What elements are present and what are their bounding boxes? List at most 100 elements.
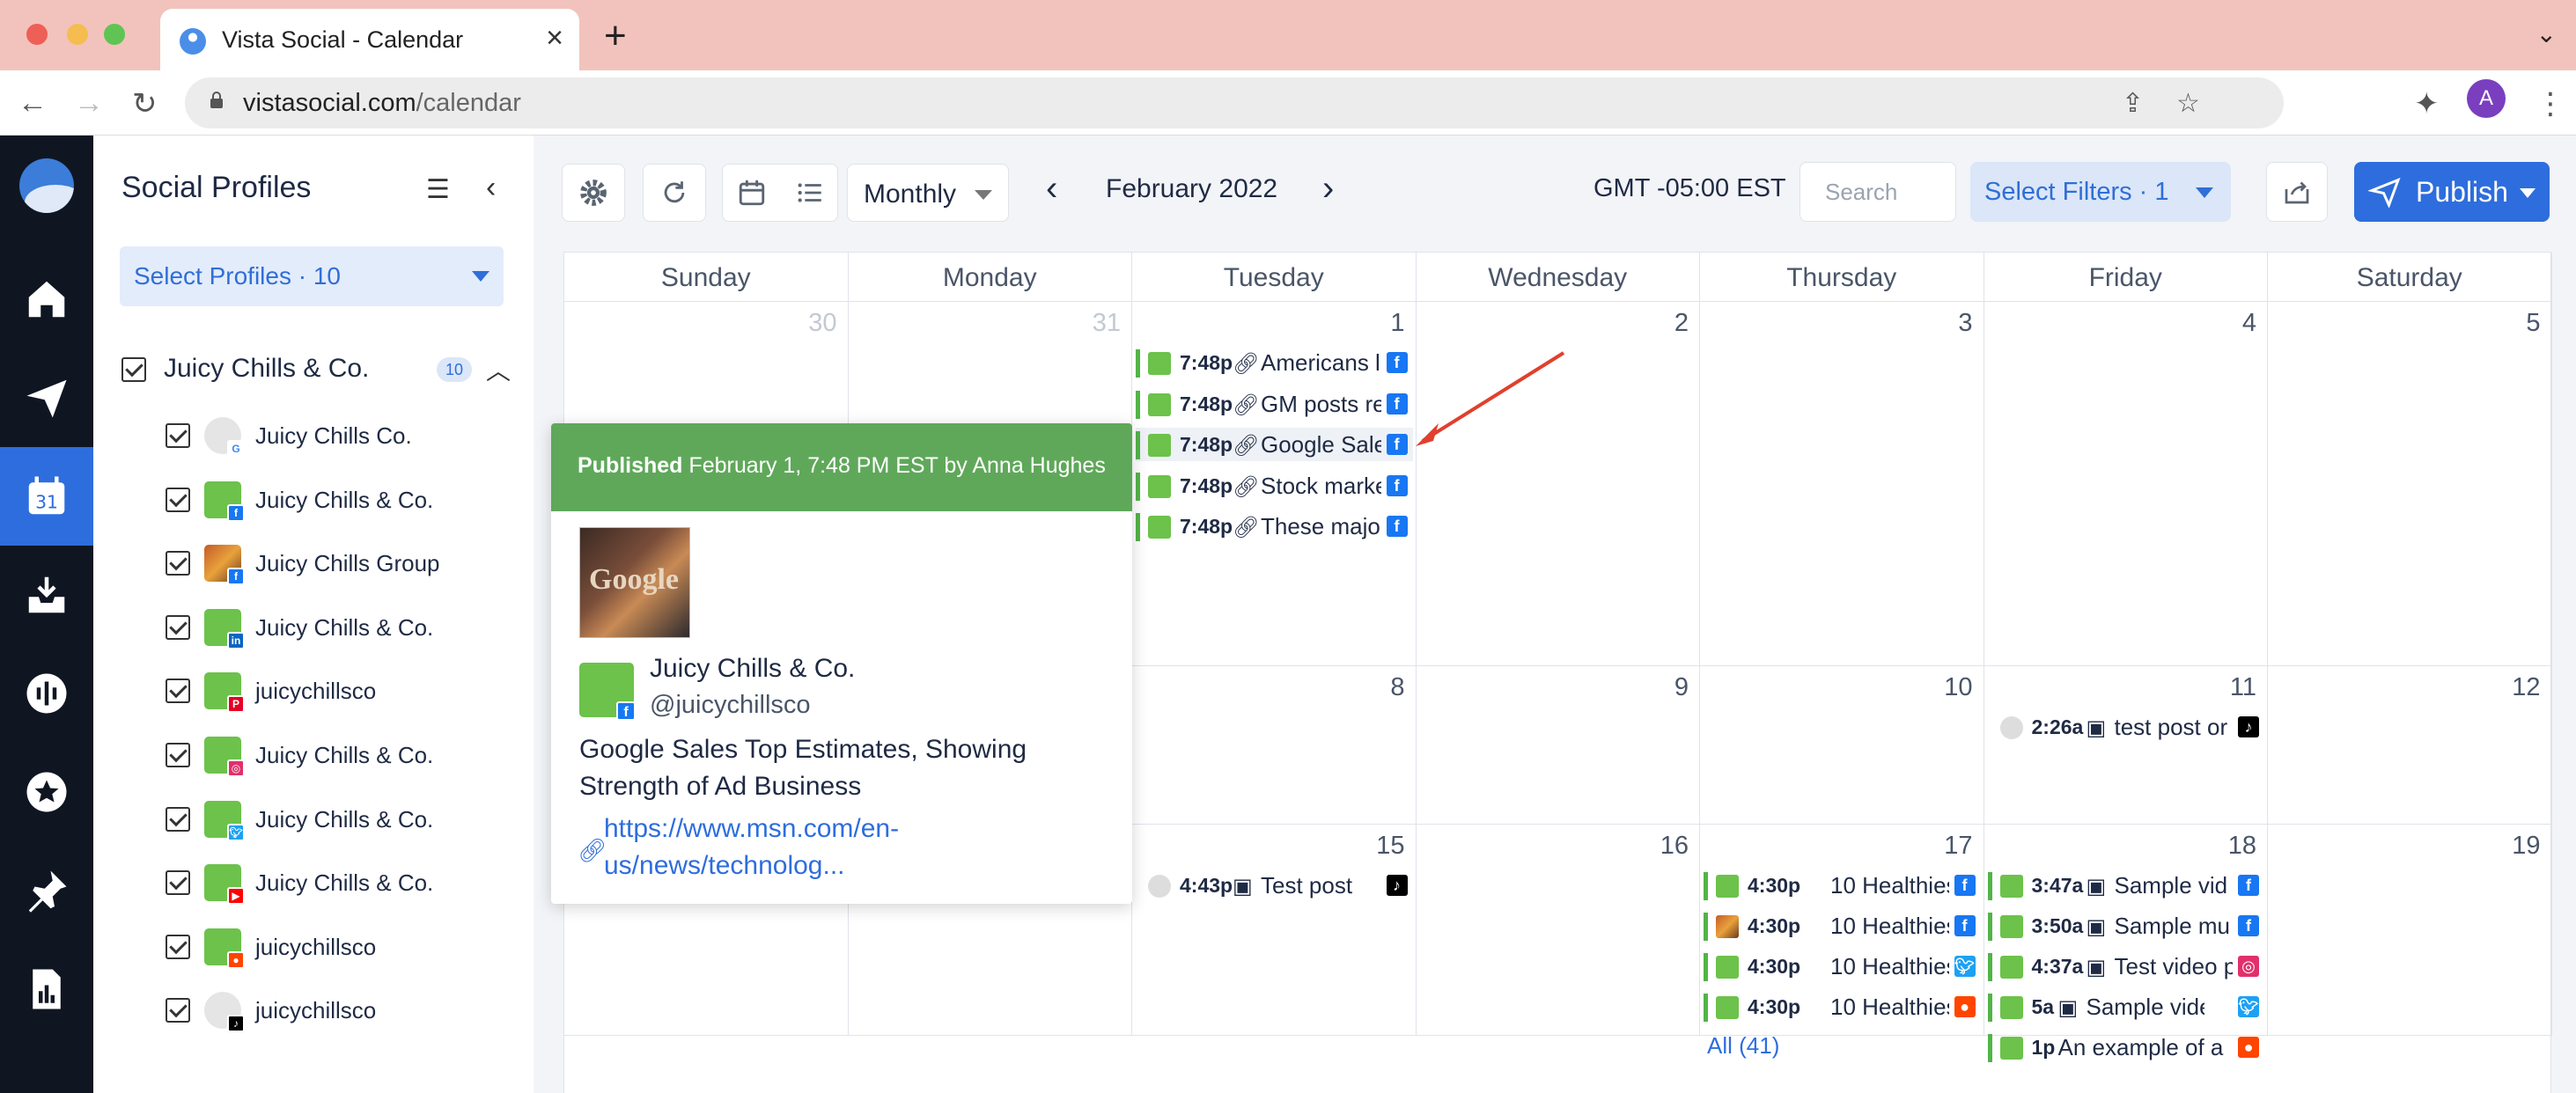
profile-group-name[interactable]: Juicy Chills & Co. — [164, 354, 369, 384]
calendar-post[interactable]: 4:30p 10 Healthiest C● — [1704, 990, 1981, 1023]
calendar-post[interactable]: 4:30p 10 Healthiest C🐦︎ — [1704, 950, 1981, 983]
search-input[interactable] — [1800, 162, 1956, 222]
calendar-post[interactable]: 5a▣ Sample video 🐦︎ — [1987, 990, 2265, 1023]
day-cell[interactable]: 12 — [2268, 666, 2552, 825]
day-cell[interactable]: 8 — [1132, 666, 1417, 825]
day-cell[interactable]: 3 — [1700, 302, 1984, 666]
timezone-label[interactable]: GMT -05:00 EST — [1593, 174, 1786, 203]
maximize-window-button[interactable] — [104, 24, 125, 45]
profile-item[interactable]: ◎ Juicy Chills & Co. — [93, 724, 534, 788]
profile-checkbox[interactable] — [166, 679, 190, 704]
forward-icon[interactable]: → — [74, 86, 104, 121]
home-icon[interactable] — [0, 250, 93, 348]
browser-menu-icon[interactable]: ⋮ — [2536, 86, 2565, 121]
post-link[interactable]: https://www.msn.com/en-us/news/technolog… — [604, 811, 974, 884]
calendar-post[interactable]: 3:50a ▣ Sample mu f — [1987, 909, 2265, 943]
day-cell[interactable]: 16 — [1416, 825, 1700, 1036]
facebook-icon: f — [1386, 516, 1408, 537]
calendar-post[interactable]: 4:43p ▣ Test post ♪ — [1136, 869, 1413, 902]
export-share-button[interactable] — [2266, 162, 2328, 222]
calendar-post[interactable]: 4:30p 10 Healthiest Cf — [1704, 909, 1981, 943]
address-bar[interactable]: vistasocial.com/calendar ⇪ ☆ — [185, 77, 2284, 128]
profile-item[interactable]: G Juicy Chills Co. — [93, 405, 534, 468]
back-icon[interactable]: ← — [18, 86, 48, 121]
close-window-button[interactable] — [26, 24, 48, 45]
profile-item[interactable]: in Juicy Chills & Co. — [93, 597, 534, 660]
group-checkbox[interactable] — [121, 357, 146, 382]
profile-checkbox[interactable] — [166, 614, 190, 640]
day-cell[interactable]: 4 — [1984, 302, 2268, 666]
settings-button[interactable] — [562, 164, 625, 222]
profile-checkbox[interactable] — [166, 423, 190, 448]
post-time: 4:30p — [1748, 995, 1801, 1018]
reviews-star-icon[interactable] — [0, 743, 93, 841]
profile-name: juicychillsco — [255, 678, 377, 705]
calendar-post[interactable]: 3:47a ▣ Sample vid f — [1987, 869, 2265, 902]
listening-icon[interactable] — [0, 644, 93, 743]
day-cell[interactable]: 10 — [1700, 666, 1984, 825]
profile-item[interactable]: ▶ Juicy Chills & Co. — [93, 852, 534, 915]
browser-profile-avatar[interactable]: A — [2467, 79, 2506, 118]
reload-icon[interactable]: ↻ — [132, 86, 158, 121]
next-month-icon[interactable]: › — [1322, 169, 1334, 209]
collapse-panel-icon[interactable]: ‹ — [486, 171, 496, 205]
vista-social-logo[interactable] — [19, 158, 74, 213]
publish-button[interactable]: Publish — [2354, 162, 2550, 222]
calendar-post[interactable]: 7:48p 🔗︎ These majo f — [1136, 510, 1413, 543]
twitter-icon: 🐦︎ — [2238, 996, 2259, 1017]
show-all-posts-link[interactable]: All (41) — [1707, 1032, 1779, 1060]
calendar-post[interactable]: 2:26a ▣ test post or ♪ — [1988, 710, 2265, 744]
day-cell[interactable]: 5 — [2268, 302, 2552, 666]
select-profiles-dropdown[interactable]: Select Profiles · 10 — [120, 246, 504, 306]
chevron-down-icon[interactable]: ⌄ — [2536, 19, 2557, 48]
previous-month-icon[interactable]: ‹ — [1046, 169, 1057, 209]
calendar-post[interactable]: 7:48p 🔗︎ Americans l f — [1136, 346, 1413, 379]
list-view-button[interactable] — [781, 164, 839, 222]
refresh-button[interactable] — [643, 164, 706, 222]
extensions-puzzle-icon[interactable]: ✦ — [2414, 86, 2440, 121]
select-filters-dropdown[interactable]: Select Filters · 1 — [1970, 162, 2231, 222]
new-tab-icon[interactable]: + — [604, 14, 627, 58]
day-cell[interactable]: 11 2:26a ▣ test post or ♪ — [1984, 666, 2268, 825]
browser-tab[interactable]: Vista Social - Calendar × — [160, 9, 579, 70]
day-cell[interactable]: 18 3:47a ▣ Sample vid f 3:50a ▣ Sample mu f 4:37a… — [1984, 825, 2268, 1062]
reports-icon[interactable] — [0, 940, 93, 1038]
profile-checkbox[interactable] — [166, 998, 190, 1023]
calendar-post[interactable]: 1p An example of a ● — [1987, 1031, 2265, 1064]
calendar-post[interactable]: 4:30p 10 Healthiest Cf — [1704, 869, 1981, 902]
day-cell[interactable]: 15 4:43p ▣ Test post ♪ — [1132, 825, 1417, 1036]
calendar-view-button[interactable] — [723, 164, 781, 222]
chevron-up-icon[interactable]: ︿ — [486, 352, 511, 387]
profile-item[interactable]: ● juicychillsco — [93, 916, 534, 979]
inbox-icon[interactable] — [0, 546, 93, 644]
view-mode-select[interactable]: Monthly — [847, 164, 1009, 222]
day-cell[interactable]: 19 — [2268, 825, 2552, 1036]
profile-item[interactable]: f Juicy Chills & Co. — [93, 469, 534, 532]
profile-item[interactable]: Pjuicychillsco — [93, 660, 534, 723]
profile-checkbox[interactable] — [166, 806, 190, 832]
calendar-post[interactable]: 7:48p 🔗︎ Stock marke f — [1136, 469, 1413, 502]
minimize-window-button[interactable] — [67, 24, 88, 45]
profile-item[interactable]: ♪ juicychillsco — [93, 979, 534, 1043]
post-image-thumbnail[interactable]: Google — [579, 527, 690, 638]
profile-item[interactable]: 🐦︎ Juicy Chills & Co. — [93, 789, 534, 852]
send-icon[interactable] — [0, 348, 93, 447]
pin-icon[interactable] — [0, 841, 93, 940]
profile-checkbox[interactable] — [166, 487, 190, 512]
profile-checkbox[interactable] — [166, 743, 190, 767]
calendar-post[interactable]: 4:37a ▣ Test video p ◎ — [1987, 950, 2265, 983]
day-cell[interactable]: 9 — [1416, 666, 1700, 825]
calendar-post[interactable]: 7:48p 🔗︎ Google Sale f — [1136, 428, 1413, 461]
profile-checkbox[interactable] — [166, 551, 190, 576]
bookmark-star-icon[interactable]: ☆ — [2176, 88, 2200, 119]
day-cell[interactable]: 1 7:48p 🔗︎ Americans l f 7:48p 🔗︎ GM posts re f 7… — [1132, 302, 1417, 666]
profile-item[interactable]: f Juicy Chills Group — [93, 532, 534, 596]
profile-checkbox[interactable] — [166, 934, 190, 959]
share-page-icon[interactable]: ⇪ — [2122, 88, 2144, 119]
profile-checkbox[interactable] — [166, 870, 190, 896]
calendar-post[interactable]: 7:48p 🔗︎ GM posts re f — [1136, 387, 1413, 421]
day-cell[interactable]: 174:30p10 Healthiest Cf4:30p10 Healthies… — [1700, 825, 1984, 1059]
sort-filter-icon[interactable]: ☰ — [426, 174, 450, 205]
calendar-icon[interactable]: 31 — [0, 447, 93, 546]
close-tab-icon[interactable]: × — [546, 21, 563, 55]
